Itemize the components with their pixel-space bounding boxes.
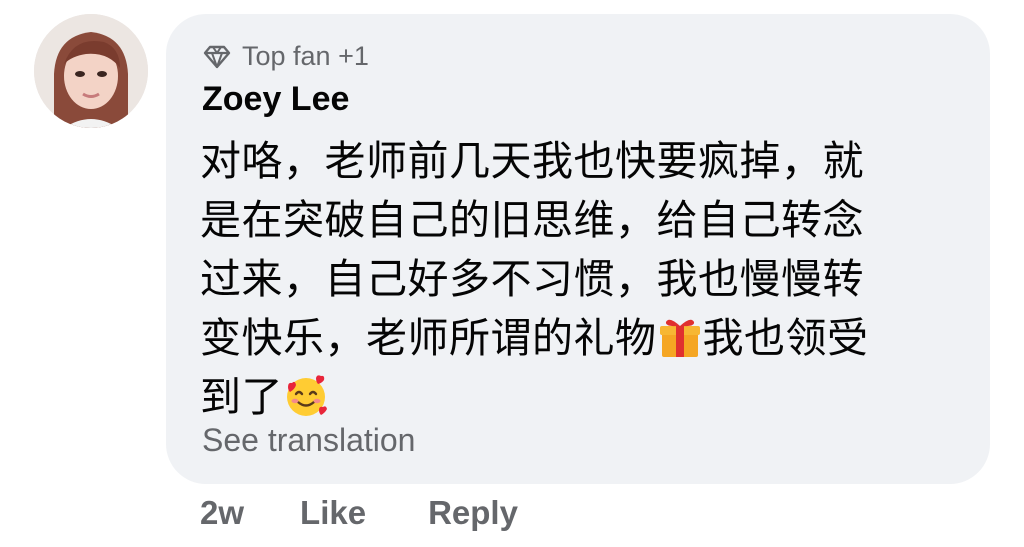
- timestamp[interactable]: 2w: [200, 494, 244, 532]
- see-translation-link[interactable]: See translation: [202, 422, 415, 459]
- top-fan-badge: Top fan +1: [202, 40, 369, 72]
- comment-text-segment: 变快乐，老师所谓的礼物: [200, 314, 657, 362]
- diamond-icon: [202, 41, 232, 71]
- like-button[interactable]: Like: [300, 494, 366, 532]
- author-name[interactable]: Zoey Lee: [202, 80, 349, 119]
- comment-text-segment: 到了: [200, 373, 283, 421]
- comment-text: 对咯，老师前几天我也快要疯掉，就 是在突破自己的旧思维，给自己转念 过来，自己好…: [200, 132, 960, 427]
- comment-text-segment: 我也领受: [702, 314, 869, 362]
- comment-text-line: 对咯，老师前几天我也快要疯掉，就: [200, 137, 864, 185]
- avatar[interactable]: [34, 14, 148, 128]
- comment-actions: 2w Like Reply: [200, 490, 518, 536]
- smiling-face-with-hearts-icon: [283, 373, 329, 419]
- comment-text-line: 到了: [200, 368, 960, 427]
- comment-text-line: 过来，自己好多不习惯，我也慢慢转: [200, 255, 864, 303]
- reply-button[interactable]: Reply: [428, 494, 518, 532]
- badge-label: Top fan +1: [242, 40, 369, 71]
- gift-emoji-icon: [657, 314, 703, 360]
- comment-container: Top fan +1 Zoey Lee 对咯，老师前几天我也快要疯掉，就 是在突…: [0, 0, 1024, 547]
- comment-bubble: Top fan +1 Zoey Lee 对咯，老师前几天我也快要疯掉，就 是在突…: [166, 14, 990, 484]
- comment-text-line: 是在突破自己的旧思维，给自己转念: [200, 196, 864, 244]
- comment-text-line: 变快乐，老师所谓的礼物 我也领受: [200, 309, 960, 368]
